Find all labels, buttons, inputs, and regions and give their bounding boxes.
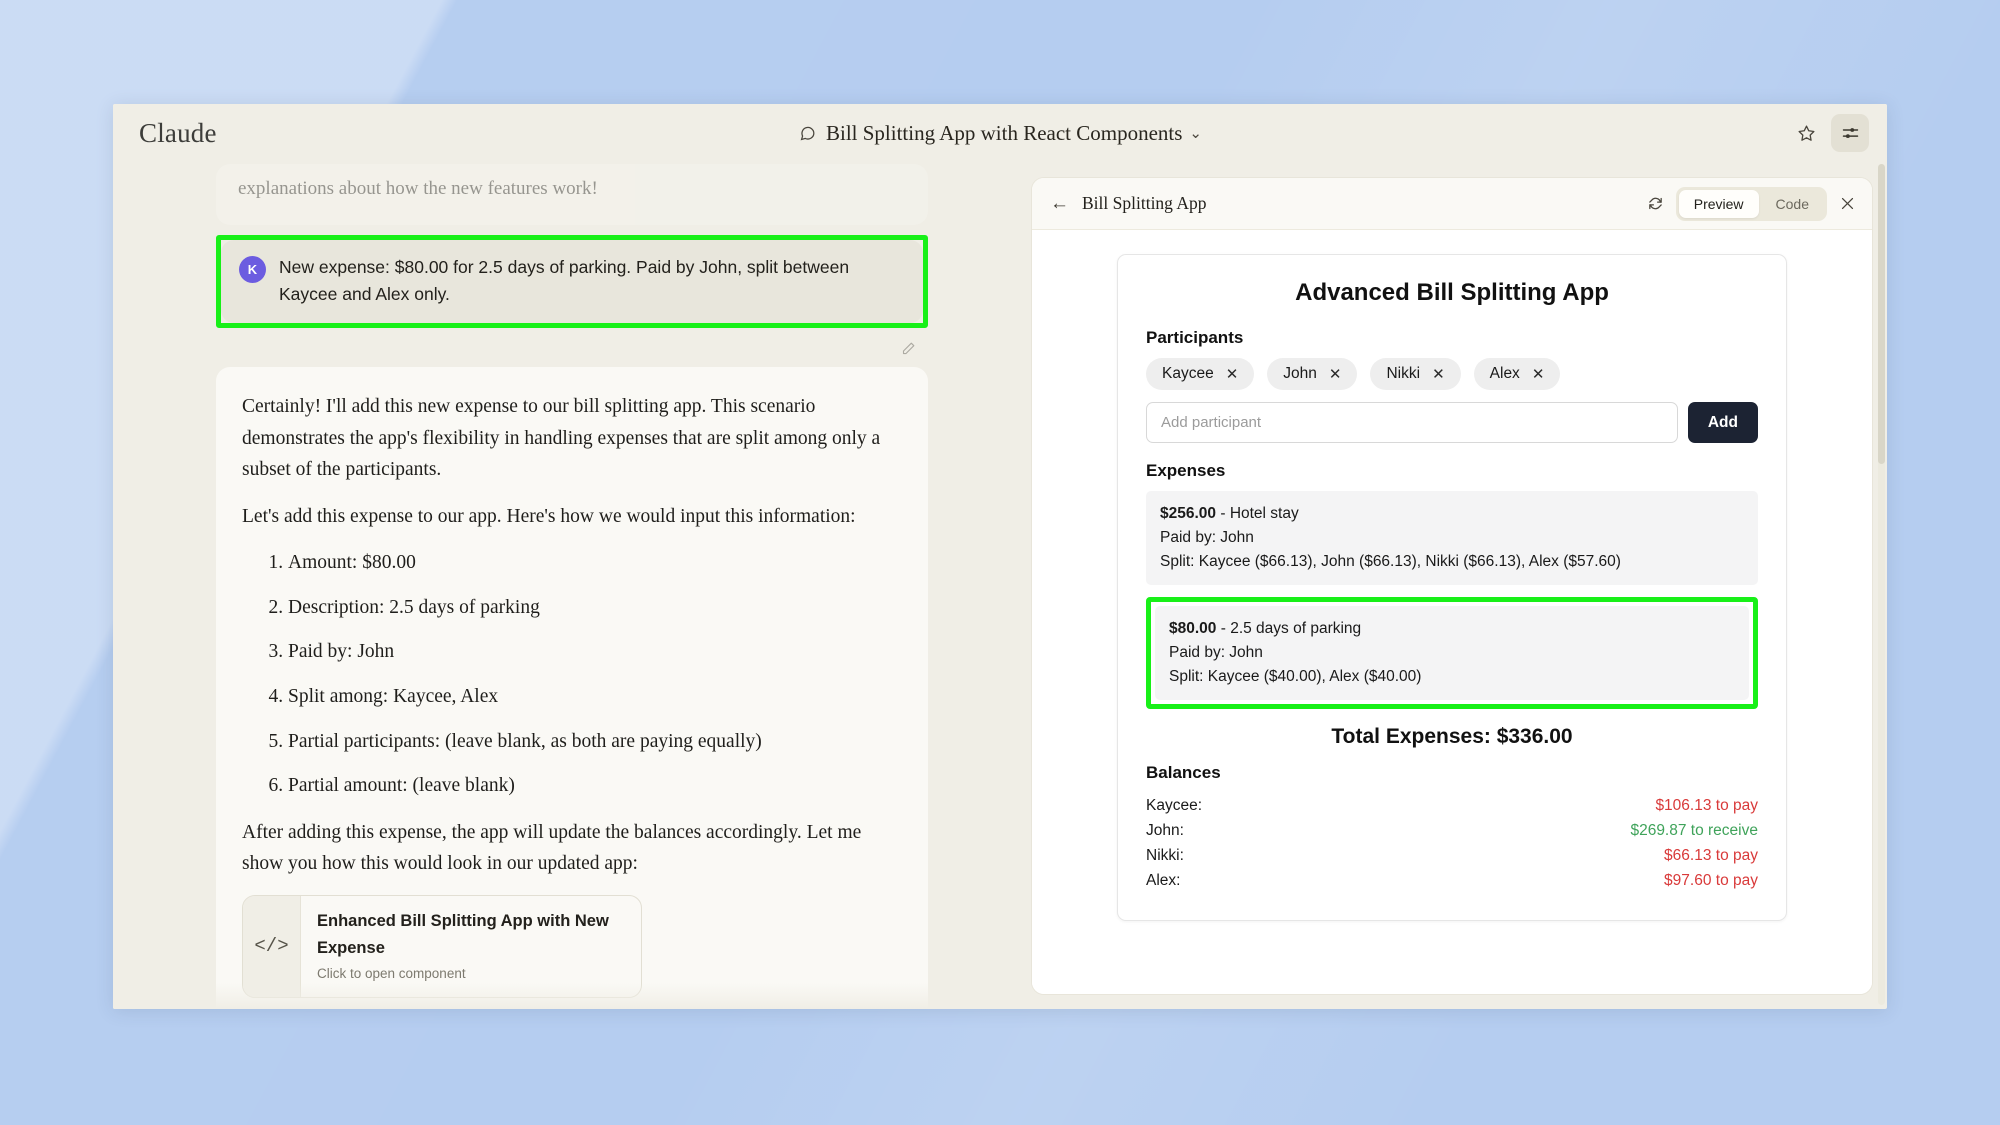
remove-participant-icon[interactable]: ✕ [1432,365,1445,383]
window-scrollbar[interactable] [1878,164,1885,1005]
chevron-down-icon[interactable]: ⌄ [1189,124,1202,142]
balance-name: Kaycee: [1146,797,1203,815]
total-expenses: Total Expenses: $336.00 [1331,725,1573,749]
participant-chip[interactable]: Nikki ✕ [1370,358,1461,390]
conversation-pane: explanations about how the new features … [113,162,1031,1009]
participant-chip[interactable]: Kaycee ✕ [1146,358,1255,390]
artifact-title: Bill Splitting App [1082,193,1207,213]
user-message: K New expense: $80.00 for 2.5 days of pa… [221,240,923,323]
code-icon: </> [243,895,301,998]
list-item: Partial participants: (leave blank, as b… [288,726,902,758]
tab-code[interactable]: Code [1761,190,1824,218]
balance-value: $106.13 to pay [1655,797,1758,815]
bill-splitting-app: Advanced Bill Splitting App Participants… [1117,254,1787,921]
artifact-panel: ← Bill Splitting App Preview Code Advanc… [1031,177,1873,995]
artifact-card-title: Enhanced Bill Splitting App with New Exp… [317,911,609,957]
input-steps-list: Amount: $80.00 Description: 2.5 days of … [242,547,902,801]
expense-description: 2.5 days of parking [1230,620,1362,638]
window-body: explanations about how the new features … [113,162,1887,1009]
add-participant-button[interactable]: Add [1687,402,1758,443]
user-message-highlight-box: K New expense: $80.00 for 2.5 days of pa… [216,235,928,328]
expense-separator: - [1216,620,1231,638]
remove-participant-icon[interactable]: ✕ [1329,365,1342,383]
assistant-paragraph-3: After adding this expense, the app will … [242,821,862,875]
participant-chip[interactable]: John ✕ [1267,358,1358,390]
artifact-panel-header: ← Bill Splitting App Preview Code [1032,178,1872,230]
previous-message-faded: explanations about how the new features … [216,164,928,226]
scrollbar-thumb[interactable] [1878,164,1885,464]
conversation-title[interactable]: Bill Splitting App with React Components [826,121,1182,146]
add-participant-input[interactable] [1146,402,1678,443]
refresh-icon[interactable] [1647,195,1664,212]
balance-row: Kaycee: $106.13 to pay [1146,793,1758,818]
balance-row: John: $269.87 to receive [1146,818,1758,843]
participant-name: Alex [1489,365,1520,382]
remove-participant-icon[interactable]: ✕ [1226,365,1239,383]
balances-heading: Balances [1146,763,1221,783]
chat-bubble-icon [798,124,817,143]
conversation-scroll[interactable]: explanations about how the new features … [113,162,1031,1009]
user-message-text: New expense: $80.00 for 2.5 days of park… [279,257,850,304]
participant-name: John [1283,365,1317,382]
remove-participant-icon[interactable]: ✕ [1532,365,1545,383]
balance-value: $66.13 to pay [1664,847,1758,865]
expense-amount: $80.00 [1169,620,1217,638]
expense-separator: - [1216,505,1230,522]
list-item: Split among: Kaycee, Alex [288,681,902,713]
balance-value: $97.60 to pay [1664,872,1758,890]
tab-preview[interactable]: Preview [1678,189,1759,218]
balance-row: Alex: $97.60 to pay [1146,868,1758,893]
list-item: Partial amount: (leave blank) [288,770,902,802]
expense-item: $256.00 - Hotel stay Paid by: John Split… [1146,491,1758,586]
expense-split: Split: Kaycee ($66.13), John ($66.13), N… [1160,553,1621,571]
assistant-paragraph-1: Certainly! I'll add this new expense to … [242,395,881,481]
close-icon[interactable] [1839,195,1856,212]
list-item: Paid by: John [288,636,902,668]
app-topbar: Claude Bill Splitting App with React Com… [113,104,1887,162]
participant-name: Kaycee [1162,365,1214,382]
preview-code-toggle: Preview Code [1675,186,1827,221]
conversation-title-group: Bill Splitting App with React Components… [113,121,1887,146]
expense-paid-by: Paid by: John [1160,529,1254,547]
artifact-preview-card[interactable]: </> Enhanced Bill Splitting App with New… [242,894,642,999]
expense-paid-by: Paid by: John [1169,644,1263,662]
participant-chip[interactable]: Alex ✕ [1473,358,1561,390]
participant-name: Nikki [1386,365,1421,382]
back-arrow-icon[interactable]: ← [1050,193,1069,215]
claude-app-window: Claude Bill Splitting App with React Com… [113,104,1887,1009]
expense-split: Split: Kaycee ($40.00), Alex ($40.00) [1169,668,1422,686]
add-participant-row: Add [1146,402,1758,443]
balance-name: John: [1146,822,1184,840]
artifact-preview-body: Advanced Bill Splitting App Participants… [1032,230,1872,994]
assistant-message: Certainly! I'll add this new expense to … [216,366,928,1009]
star-icon[interactable] [1787,114,1825,152]
message-actions [216,335,928,363]
artifact-pane: ← Bill Splitting App Preview Code Advanc… [1031,162,1887,1009]
sliders-icon[interactable] [1831,114,1869,152]
list-item: Amount: $80.00 [288,547,902,579]
balance-name: Nikki: [1146,847,1184,865]
artifact-header-actions: Preview Code [1647,186,1856,221]
assistant-paragraph-2: Let's add this expense to our app. Here'… [242,505,856,527]
participants-chips: Kaycee ✕ John ✕ Nikki ✕ Alex ✕ [1146,358,1758,390]
participants-heading: Participants [1146,328,1244,347]
expense-line-amount: $80.00 - 2.5 days of parking [1169,617,1735,641]
balance-name: Alex: [1146,872,1181,890]
expense-line-amount: $256.00 - Hotel stay [1160,502,1744,526]
expense-highlight-box: $80.00 - 2.5 days of parking Paid by: Jo… [1146,597,1758,710]
expense-description: Hotel stay [1229,505,1299,522]
expenses-heading: Expenses [1146,461,1226,480]
bill-app-title: Advanced Bill Splitting App [1295,279,1609,306]
expense-item: $80.00 - 2.5 days of parking Paid by: Jo… [1155,606,1749,701]
avatar: K [239,256,266,284]
expense-amount: $256.00 [1160,505,1217,522]
topbar-actions [1787,114,1869,152]
edit-message-icon[interactable] [894,335,922,363]
balance-value: $269.87 to receive [1630,822,1758,840]
claude-logo[interactable]: Claude [139,118,217,149]
artifact-card-subtitle: Click to open component [317,966,466,982]
list-item: Description: 2.5 days of parking [288,592,902,624]
balance-row: Nikki: $66.13 to pay [1146,843,1758,868]
